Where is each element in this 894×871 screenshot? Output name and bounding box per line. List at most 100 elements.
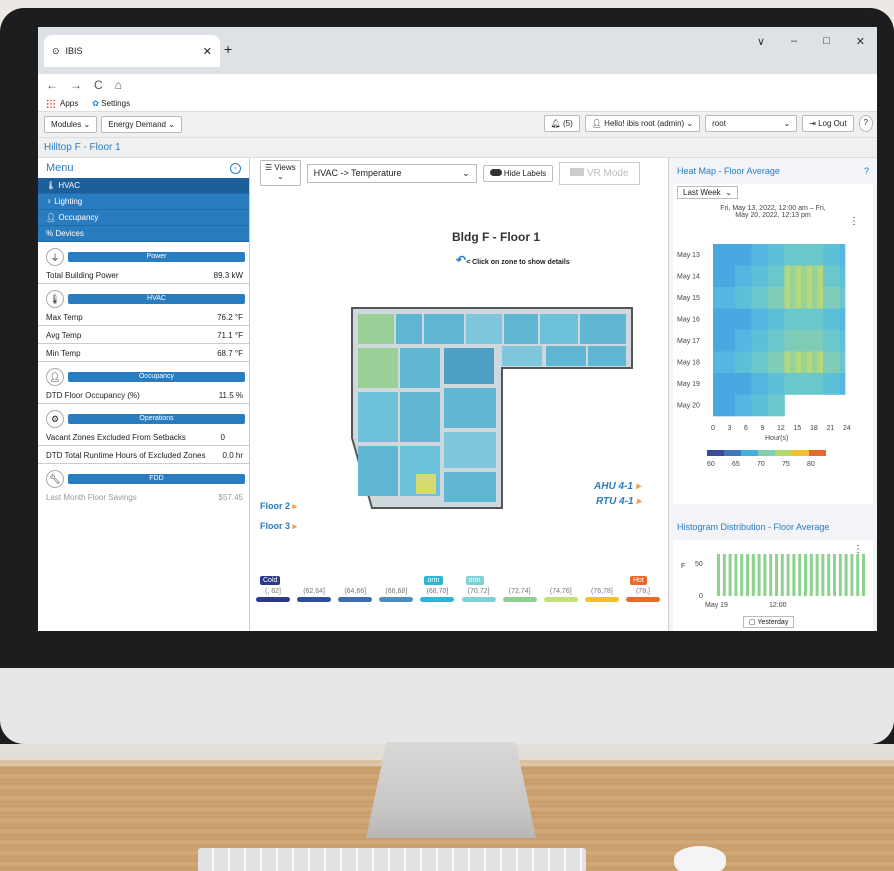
reload-icon[interactable]: C [94, 78, 103, 92]
legend-range: (62,64] [303, 588, 325, 595]
legend-range: (66,68] [385, 588, 408, 595]
screen: ⊙ IBIS ✕ + ∨ – □ ✕ ← → C ⌂ Apps ✿ Settin… [38, 27, 877, 631]
close-tab-icon[interactable]: ✕ [203, 45, 212, 58]
heatmap-cell [724, 265, 730, 288]
yesterday-button[interactable]: ▢ Yesterday [743, 616, 795, 628]
heatmap-cell [762, 244, 769, 266]
bookmark-settings[interactable]: ✿ Settings [92, 99, 130, 108]
heatmap-cell [784, 330, 791, 352]
hamburger-icon: ☰ [265, 163, 273, 172]
menu-item-occupancy[interactable]: 👤︎ Occupancy [38, 210, 249, 226]
browser-tab[interactable]: ⊙ IBIS ✕ [44, 35, 220, 67]
heatmap-cell [768, 351, 774, 374]
period-select[interactable]: Last Week ⌄ [677, 186, 738, 199]
legend-item: (66,68] [379, 588, 414, 602]
heatmap-cell [724, 351, 730, 374]
ahu-link[interactable]: AHU 4-1 ▸ [594, 481, 641, 492]
heatmap-cell [762, 330, 769, 352]
hvac-header[interactable]: HVAC [68, 294, 245, 304]
heatmap-cell [740, 330, 747, 352]
heatmap-cell [812, 373, 818, 395]
bookmark-apps[interactable]: Apps [46, 98, 78, 109]
heatmap-cell [740, 287, 747, 309]
heatmap-hour-tick: 24 [843, 425, 851, 432]
heatmap-cell [839, 265, 846, 288]
mode-select[interactable]: HVAC -> Temperature ⌄ [306, 163, 477, 183]
heatmap-cell [773, 287, 780, 309]
home-icon[interactable]: ⌂ [115, 78, 122, 92]
heatmap-cell [779, 351, 785, 374]
root-select[interactable]: root ⌄ [705, 115, 798, 132]
legend-range: (68,70] [426, 588, 449, 595]
monitor-stand [366, 742, 536, 838]
heatmap-cell [773, 330, 780, 352]
forward-icon[interactable]: → [70, 78, 82, 92]
help-button[interactable]: ? [858, 115, 873, 132]
user-menu[interactable]: 👤︎ Hello! ibis root (admin) ⌄ [584, 115, 701, 132]
maximize-button[interactable]: □ [823, 35, 830, 48]
thermometer-icon: 🌡︎ [46, 181, 57, 190]
heatmap-cell [746, 373, 752, 395]
occupancy-header[interactable]: Occupancy [68, 372, 245, 382]
rtu-link[interactable]: RTU 4-1 ▸ [596, 496, 641, 507]
heatmap-cell [751, 394, 758, 417]
histogram-bar [809, 554, 813, 596]
legend-tag: orm [424, 576, 443, 585]
hide-labels-toggle[interactable]: Hide Labels [482, 164, 554, 182]
energy-demand-dropdown[interactable]: Energy Demand ⌄ [101, 116, 182, 133]
fdd-header[interactable]: FDD [68, 474, 245, 484]
heatmap-scale-label: 80 [807, 461, 815, 468]
menu-item-devices[interactable]: % Devices [38, 226, 249, 242]
navigation-bar: ← → C ⌂ [38, 74, 877, 96]
heatmap-cell [757, 373, 763, 395]
modules-dropdown[interactable]: Modules ⌄ [44, 116, 98, 133]
heatmap-range: Fri, May 13, 2022, 12:00 am – Fri, May 2… [720, 205, 826, 219]
help-circle-icon[interactable]: ? [864, 166, 869, 176]
histogram-bar [740, 554, 744, 596]
power-header[interactable]: Power [68, 252, 245, 262]
heatmap-cell [746, 351, 752, 374]
floor-2-link[interactable]: Floor 2 ▸ [260, 501, 297, 512]
heatmap-cell [724, 308, 730, 331]
operations-header[interactable]: Operations [68, 414, 245, 424]
floor-3-link[interactable]: Floor 3 ▸ [260, 521, 297, 532]
heatmap-cell [718, 287, 725, 309]
logout-button[interactable]: ⇥ Log Out [802, 115, 854, 132]
heatmap-scale-label: 70 [757, 461, 765, 468]
heatmap-cell [823, 330, 829, 352]
right-panel: Heat Map - Floor Average? Last Week ⌄ Fr… [668, 158, 877, 631]
new-tab-button[interactable]: + [224, 41, 232, 57]
collapse-icon[interactable]: ‹ [230, 162, 241, 174]
menu-item-lighting[interactable]: ♀ Lighting [38, 194, 249, 210]
heatmap-cell [784, 308, 791, 331]
kebab-menu-icon[interactable]: ⋮ [849, 216, 859, 227]
heatmap-cell [729, 244, 736, 266]
kebab-menu-icon[interactable]: ⋮ [853, 544, 863, 555]
legend-item: Hot (78,] [625, 576, 660, 602]
tab-search-button[interactable]: ∨ [757, 35, 765, 48]
heatmap-cell [762, 394, 769, 417]
menu-title: Menu [46, 162, 74, 174]
legend-tag: Hot [629, 576, 647, 585]
floorplan-panel: ☰ Views ⌄ HVAC -> Temperature ⌄ Hide Label… [254, 158, 664, 631]
heatmap-cell [817, 265, 824, 288]
heatmap-cell [729, 287, 736, 309]
floor-plan-map[interactable] [332, 288, 650, 528]
notifications-button[interactable]: 🔔︎ (5) [543, 115, 580, 132]
minimize-button[interactable]: – [791, 35, 797, 48]
legend-range: (76,78] [590, 588, 613, 595]
heatmap-scale-swatch [758, 450, 775, 456]
heatmap-cell [790, 373, 796, 395]
heatmap-row-label: May 14 [677, 274, 700, 281]
heatmap-cell [713, 373, 719, 395]
vr-mode-button[interactable]: VR Mode [559, 161, 640, 185]
views-button[interactable]: ☰ Views ⌄ [260, 160, 301, 186]
heatmap-hour-tick: 0 [711, 425, 715, 432]
close-window-button[interactable]: ✕ [856, 35, 865, 48]
back-icon[interactable]: ← [46, 78, 58, 92]
menu-item-hvac[interactable]: 🌡︎ HVAC [38, 178, 249, 194]
runtime-hours-row: DTD Total Runtime Hours of Excluded Zone… [38, 448, 249, 464]
heatmap-cell [806, 351, 813, 374]
histogram-bar [786, 554, 790, 596]
heatmap-cell [757, 351, 763, 374]
